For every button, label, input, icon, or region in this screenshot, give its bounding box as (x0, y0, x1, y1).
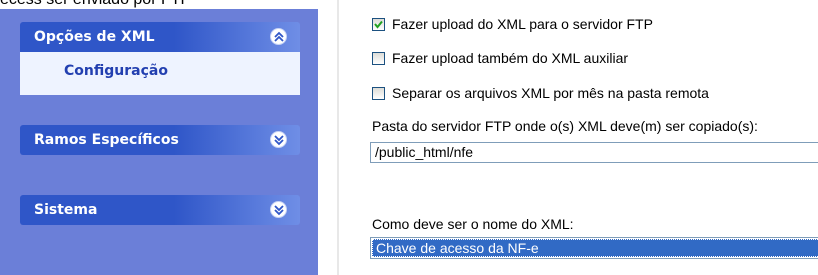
ftp-folder-input[interactable]: /public_html/nfe (370, 142, 818, 163)
group-title: Sistema (34, 202, 98, 218)
chevron-up-icon[interactable] (270, 28, 287, 45)
chevron-down-icon[interactable] (270, 131, 287, 148)
xml-name-selected-value: Chave de acesso da NF-e (372, 239, 818, 257)
checkbox-label: Fazer upload também do XML auxiliar (392, 50, 629, 66)
checkbox-upload-xml[interactable] (372, 18, 385, 31)
xml-name-select[interactable]: Chave de acesso da NF-e (370, 237, 818, 259)
group-header-opcoes-xml[interactable]: Opções de XML (20, 22, 300, 52)
sidebar-item-configuracao[interactable]: Configuração (64, 63, 168, 79)
group-body-opcoes-xml: Configuração (20, 52, 300, 95)
cut-off-header-text: ecess ser enviado por FTP (0, 0, 340, 9)
folder-label: Pasta do servidor FTP onde o(s) XML deve… (372, 118, 758, 134)
group-header-sistema[interactable]: Sistema (20, 195, 300, 225)
panel-divider (337, 0, 339, 275)
group-title: Opções de XML (34, 29, 155, 45)
checkbox-label: Separar os arquivos XML por mês na pasta… (392, 85, 709, 101)
checkbox-separate-month[interactable] (372, 87, 385, 100)
group-header-ramos-especificos[interactable]: Ramos Específicos (20, 125, 300, 155)
chevron-down-icon[interactable] (270, 201, 287, 218)
checkbox-upload-aux[interactable] (372, 52, 385, 65)
ftp-settings-panel: Fazer upload do XML para o servidor FTP … (356, 0, 818, 275)
xml-name-label: Como deve ser o nome do XML: (372, 216, 574, 232)
group-title: Ramos Específicos (34, 132, 179, 148)
sidebar-task-pane: Opções de XML Configuração Ramos Específ… (0, 9, 318, 275)
checkbox-label: Fazer upload do XML para o servidor FTP (392, 16, 653, 32)
